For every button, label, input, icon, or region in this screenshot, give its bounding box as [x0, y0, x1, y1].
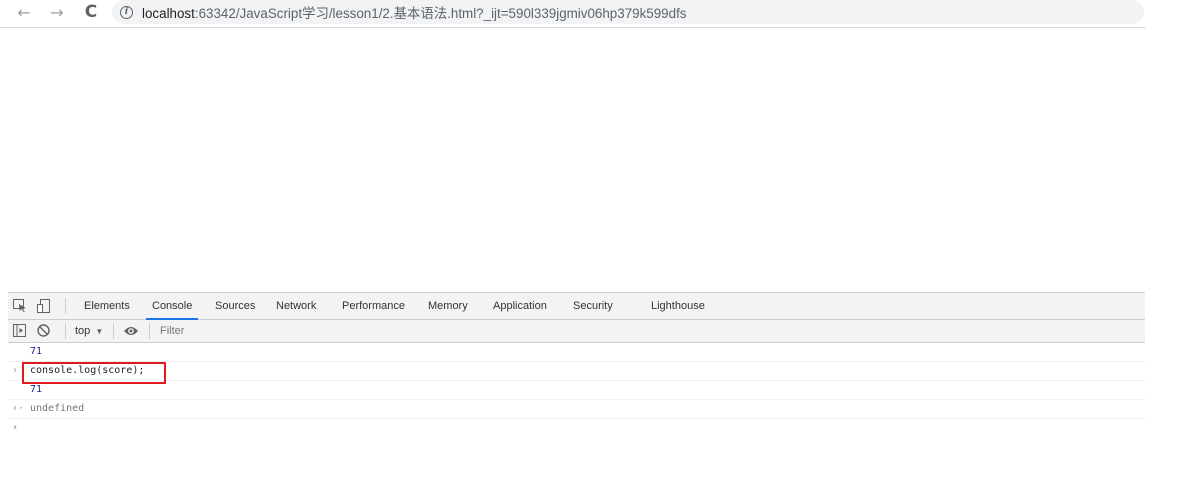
forward-button[interactable]: → [46, 2, 68, 22]
tab-security[interactable]: Security [572, 293, 614, 319]
url-host: localhost [142, 6, 195, 21]
console-output-line: 71 [8, 381, 1145, 400]
toolbar-separator [149, 323, 150, 339]
tab-application[interactable]: Application [492, 293, 548, 319]
inspect-element-icon[interactable] [13, 299, 27, 312]
devtools-tabbar: Elements Console Sources Network Perform… [8, 293, 1145, 320]
result-arrow-icon: ‹· [12, 403, 25, 414]
arrow-right-icon: → [50, 2, 64, 22]
result-value: undefined [30, 403, 85, 414]
page: ← → C i localhost:63342/JavaScript学习/les… [0, 0, 1194, 499]
toolbar-separator [65, 298, 66, 314]
reload-icon: C [84, 2, 98, 22]
console-prompt[interactable]: › [8, 419, 1145, 437]
context-selector[interactable]: top ▼ [75, 320, 103, 342]
reload-button[interactable]: C [80, 2, 102, 22]
tab-lighthouse[interactable]: Lighthouse [650, 293, 706, 319]
chevron-down-icon: ▼ [95, 327, 104, 336]
eye-icon[interactable] [123, 325, 139, 338]
tab-performance[interactable]: Performance [341, 293, 406, 319]
console-output-line: 71 [8, 343, 1145, 362]
console-log: 71 › console.log(score); 71 ‹· undefined… [8, 343, 1145, 437]
url-path: :63342/JavaScript学习/lesson1/2.基本语法.html?… [194, 6, 687, 21]
browser-toolbar: ← → C i localhost:63342/JavaScript学习/les… [0, 0, 1194, 27]
console-result-line: ‹· undefined [8, 400, 1145, 419]
console-input-line: › console.log(score); [8, 362, 1145, 381]
arrow-left-icon: ← [17, 2, 31, 22]
info-icon[interactable]: i [120, 5, 133, 19]
filter-input[interactable]: Filter [160, 320, 184, 342]
clear-console-icon[interactable] [37, 324, 51, 337]
tab-sources[interactable]: Sources [214, 293, 256, 319]
tab-memory[interactable]: Memory [427, 293, 469, 319]
url-text: localhost:63342/JavaScript学习/lesson1/2.基… [142, 2, 687, 22]
back-button[interactable]: ← [13, 2, 35, 22]
device-toolbar-icon[interactable] [37, 299, 51, 313]
tab-console[interactable]: Console [145, 293, 199, 320]
context-label: top [75, 325, 91, 337]
toolbar-separator [65, 323, 66, 339]
prompt-chevron-icon: › [12, 422, 19, 433]
address-bar[interactable]: i localhost:63342/JavaScript学习/lesson1/2… [112, 0, 1144, 24]
output-value: 71 [30, 346, 43, 357]
annotation-highlight-box [22, 362, 166, 384]
toolbar-divider [0, 27, 1146, 28]
tab-network[interactable]: Network [275, 293, 317, 319]
devtools-panel: Elements Console Sources Network Perform… [8, 292, 1145, 499]
console-toolbar: top ▼ Filter [8, 320, 1145, 343]
toolbar-separator [113, 323, 114, 339]
sidebar-toggle-icon[interactable] [13, 324, 27, 337]
tab-elements[interactable]: Elements [83, 293, 131, 319]
